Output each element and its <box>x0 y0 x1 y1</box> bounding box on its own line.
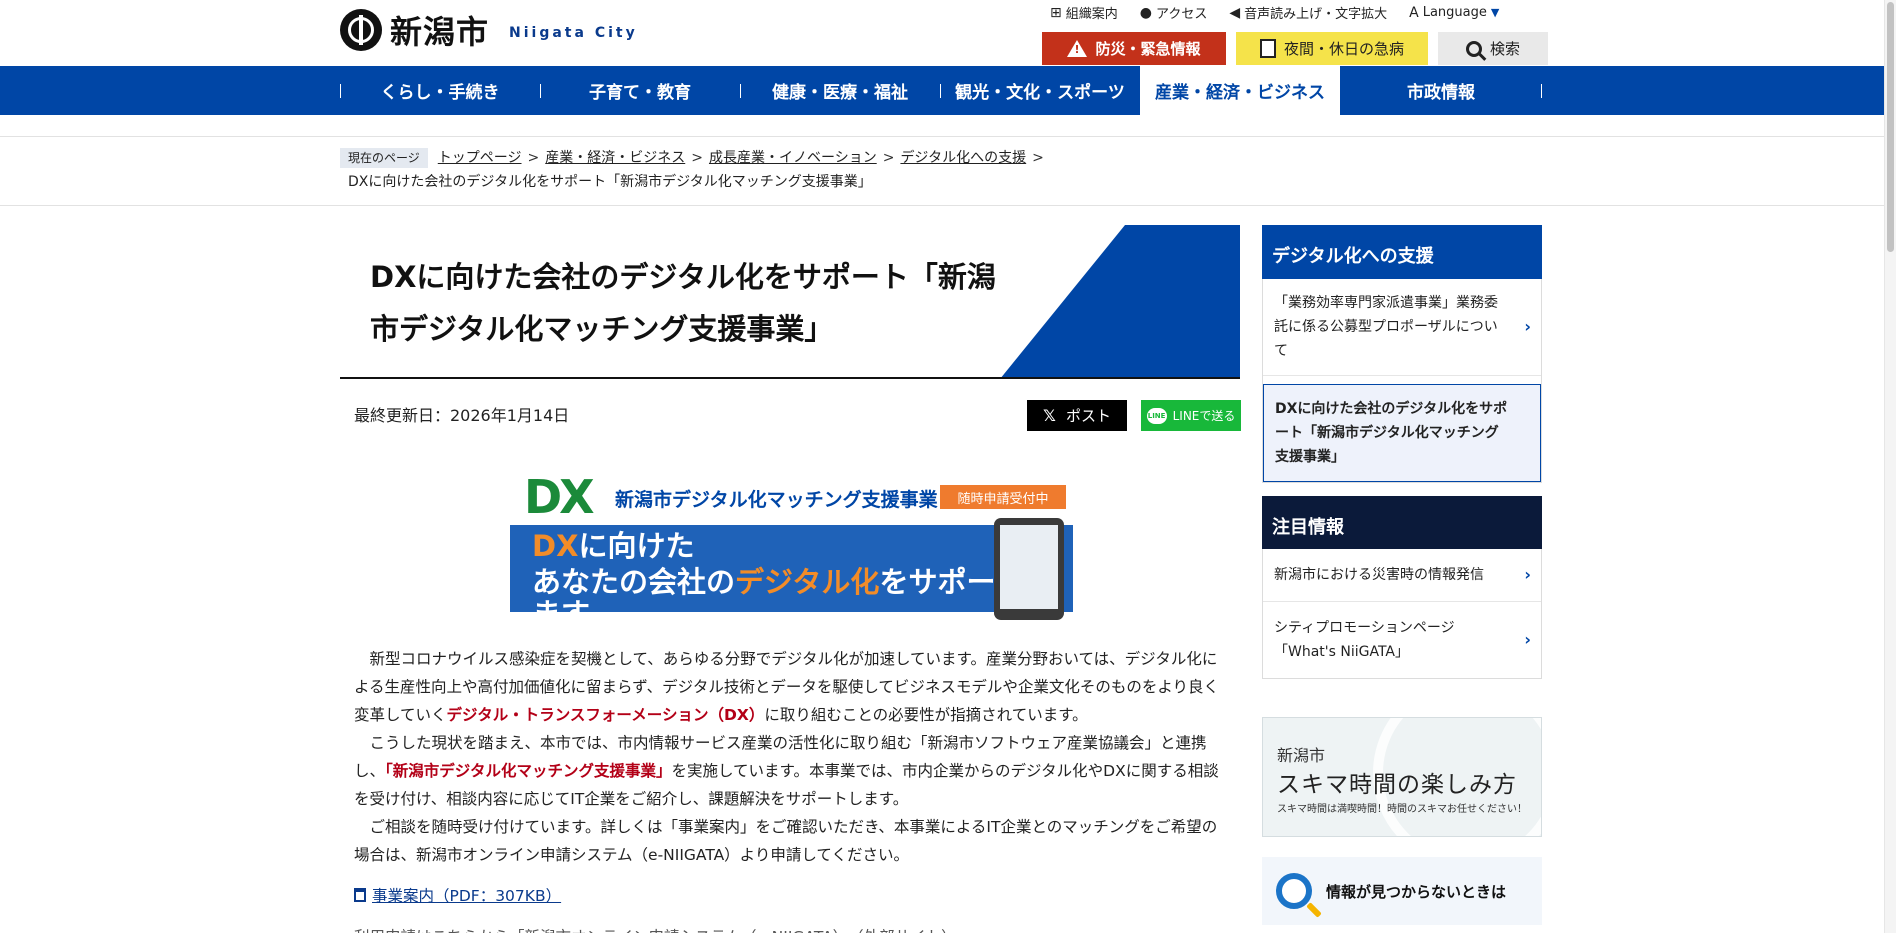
line-share-button[interactable]: LINE LINEで送る <box>1141 400 1241 431</box>
chevron-right-icon: > <box>527 150 540 166</box>
banner-subtitle: 新潟市デジタル化マッチング支援事業 <box>615 489 938 511</box>
pdf-link[interactable]: 事業案内（PDF：307KB） <box>354 884 561 906</box>
speaker-icon: ◀ <box>1229 4 1241 21</box>
not-found-link[interactable]: 情報が見つからないときは <box>1262 857 1542 925</box>
sukima-banner[interactable]: 新潟市 スキマ時間の楽しみ方 スキマ時間は満喫時間！時間のスキマお任せください！ <box>1262 717 1542 837</box>
featured-list: 新潟市における災害時の情報発信 › シティプロモーションページ「What's N… <box>1262 549 1542 679</box>
page-scrollbar[interactable] <box>1884 0 1896 933</box>
current-page-label: 現在のページ <box>340 148 428 168</box>
chevron-down-icon: ▼ <box>1490 6 1500 19</box>
chevron-right-icon: › <box>1524 630 1531 649</box>
banner-dx-logo: DX <box>524 470 595 524</box>
tablet-icon <box>994 518 1064 620</box>
logo-text-en: Niigata City <box>509 25 638 41</box>
search-icon <box>1465 40 1482 57</box>
breadcrumb-link-innovation[interactable]: 成長産業・イノベーション <box>709 150 877 166</box>
nav-item-health[interactable]: 健康・医療・福祉 <box>740 66 940 115</box>
breadcrumb-current: DXに向けた会社のデジタル化をサポート「新潟市デジタル化マッチング支援事業」 <box>348 174 872 190</box>
chevron-right-icon: > <box>1032 150 1044 166</box>
main-content: 新型コロナウイルス感染症を契機として、あらゆる分野でデジタル化が加速しています。… <box>354 645 1224 869</box>
featured-title: 注目情報 <box>1262 496 1542 549</box>
paragraph-1: 新型コロナウイルス感染症を契機として、あらゆる分野でデジタル化が加速しています。… <box>354 650 1220 724</box>
x-post-button[interactable]: 𝕏 ポスト <box>1027 400 1127 431</box>
nav-item-life[interactable]: くらし・手続き <box>340 66 540 115</box>
search-button[interactable]: 検索 <box>1438 32 1548 65</box>
nav-item-city-admin[interactable]: 市政情報 <box>1340 66 1542 115</box>
breadcrumb-link-top[interactable]: トップページ <box>438 150 522 166</box>
magnifier-icon <box>1276 873 1312 909</box>
chevron-right-icon: › <box>1524 317 1531 336</box>
breadcrumb-link-digital[interactable]: デジタル化への支援 <box>900 150 1026 166</box>
night-holiday-button[interactable]: 夜間・休日の急病 <box>1236 32 1428 65</box>
sidebar-section-title: デジタル化への支援 <box>1262 225 1542 279</box>
sitemap-icon: ⊞ <box>1050 4 1062 21</box>
header-buttons: 防災・緊急情報 夜間・休日の急病 検索 <box>1042 32 1548 65</box>
dx-banner-image: DX 新潟市デジタル化マッチング支援事業 随時申請受付中 DXに向けた あなたの… <box>510 470 1073 630</box>
city-emblem-icon <box>340 9 382 51</box>
global-nav: くらし・手続き 子育て・教育 健康・医療・福祉 観光・文化・スポーツ 産業・経済… <box>0 66 1884 115</box>
nav-item-business[interactable]: 産業・経済・ビジネス <box>1140 66 1340 115</box>
nav-item-tourism[interactable]: 観光・文化・スポーツ <box>940 66 1140 115</box>
sidebar-item-proposal[interactable]: 「業務効率専門家派遣事業」業務委託に係る公募型プロポーザルについて › <box>1263 279 1541 376</box>
map-pin-icon: ● <box>1139 4 1152 21</box>
paragraph-2: こうした現状を踏まえ、本市では、市内情報サービス産業の活性化に取り組む「新潟市ソ… <box>354 734 1219 808</box>
warning-icon <box>1067 40 1088 57</box>
language-select[interactable]: A Language ▼ <box>1409 3 1499 22</box>
banner-line2: あなたの会社のデジタル化をサポートします <box>532 565 1054 631</box>
org-link[interactable]: ⊞ 組織案内 <box>1050 3 1118 23</box>
medical-doc-icon <box>1259 39 1276 58</box>
x-logo-icon: 𝕏 <box>1043 406 1056 425</box>
translate-icon: A <box>1409 4 1419 21</box>
chevron-right-icon: > <box>691 150 703 166</box>
paragraph-3: ご相談を随時受け付けています。詳しくは「事業案内」をご確認いただき、本事業による… <box>354 818 1218 864</box>
chevron-right-icon: › <box>1524 565 1531 584</box>
banner-tag: 随時申請受付中 <box>940 485 1066 509</box>
featured-item-disaster[interactable]: 新潟市における災害時の情報発信 › <box>1263 549 1541 602</box>
access-link[interactable]: ● アクセス <box>1139 3 1208 23</box>
last-updated: 最終更新日：2026年1月14日 <box>354 406 570 425</box>
nav-item-childcare[interactable]: 子育て・教育 <box>540 66 740 115</box>
line-logo-icon: LINE <box>1146 407 1167 424</box>
site-header: 新潟市 Niigata City ⊞ 組織案内 ● アクセス ◀ 音声読み上げ・… <box>0 0 1884 66</box>
pdf-icon <box>354 888 366 902</box>
site-logo[interactable]: 新潟市 Niigata City <box>340 7 638 53</box>
scrollbar-thumb[interactable] <box>1887 2 1894 252</box>
breadcrumb-link-business[interactable]: 産業・経済・ビジネス <box>545 150 685 166</box>
banner-line1: DXに向けた <box>532 529 695 563</box>
utility-links: ⊞ 組織案内 ● アクセス ◀ 音声読み上げ・文字拡大 A Language ▼ <box>1050 3 1521 23</box>
chevron-right-icon: > <box>882 150 895 166</box>
breadcrumb: 現在のページ トップページ > 産業・経済・ビジネス > 成長産業・イノベーション > デジタ… <box>340 146 1240 194</box>
title-decoration <box>1000 225 1240 377</box>
nav-divider <box>1541 84 1542 98</box>
page-title: DXに向けた会社のデジタル化をサポート「新潟市デジタル化マッチング支援事業」 <box>370 260 996 346</box>
featured-item-promotion[interactable]: シティプロモーションページ「What's NiiGATA」 › <box>1263 602 1541 678</box>
voice-link[interactable]: ◀ 音声読み上げ・文字拡大 <box>1229 3 1387 23</box>
application-link[interactable]: 利用申請はこちらから「新潟市オンライン申請システム（e-NIIGATA）」（外部… <box>354 925 957 933</box>
logo-text-jp: 新潟市 <box>390 13 490 51</box>
page-title-block: DXに向けた会社のデジタル化をサポート「新潟市デジタル化マッチング支援事業」 <box>340 225 1240 379</box>
sidebar-item-dx-current[interactable]: DXに向けた会社のデジタル化をサポート「新潟市デジタル化マッチング支援事業」 <box>1263 384 1541 482</box>
sidebar-section-list: 「業務効率専門家派遣事業」業務委託に係る公募型プロポーザルについて › DXに向… <box>1262 279 1542 483</box>
breadcrumb-bar: 現在のページ トップページ > 産業・経済・ビジネス > 成長産業・イノベーション > デジタ… <box>0 136 1884 206</box>
emergency-button[interactable]: 防災・緊急情報 <box>1042 32 1226 65</box>
